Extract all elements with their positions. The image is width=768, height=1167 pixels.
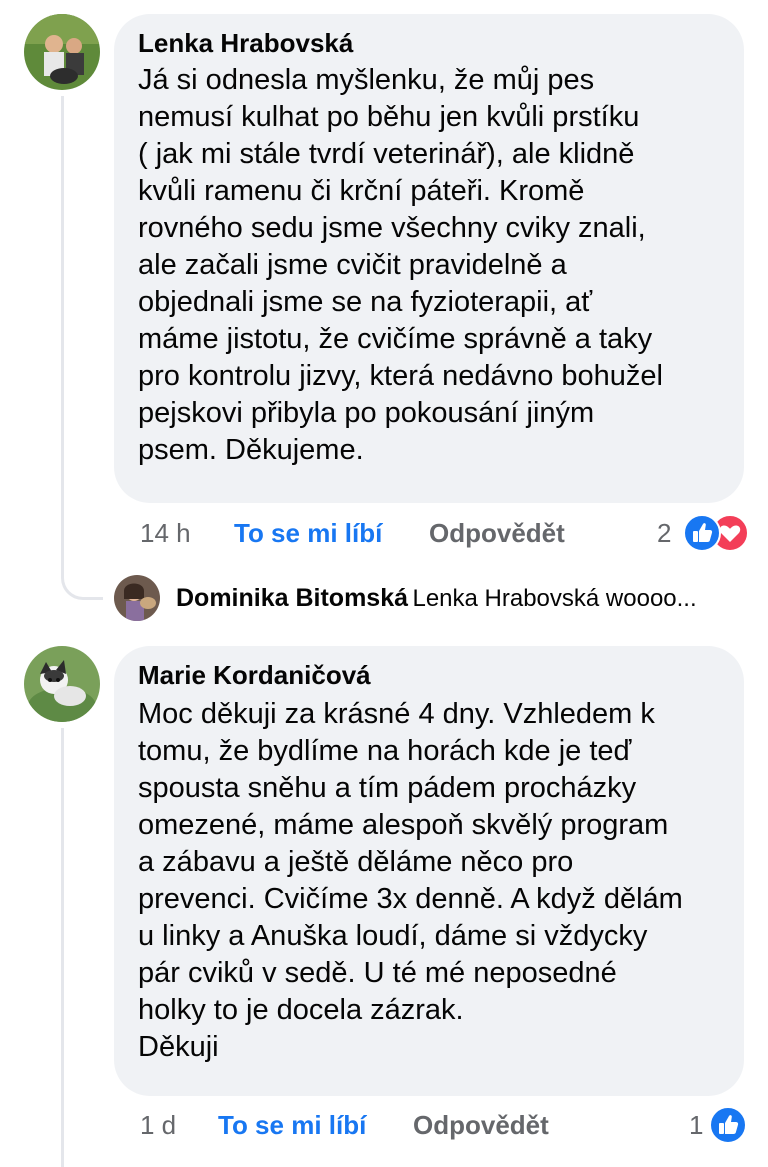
comment-text: Já si odnesla myšlenku, že můj pes nemus…: [138, 62, 663, 469]
comment-line: spousta sněhu a tím pádem procházky: [138, 772, 637, 804]
like-button[interactable]: To se mi líbí: [234, 518, 382, 548]
comment-line: a zábavu a ještě děláme něco pro: [138, 846, 574, 878]
comment-line: rovného sedu jsme všechny cviky znali,: [138, 212, 646, 244]
comment-line: Děkuji: [138, 1031, 219, 1063]
comment-line: prevenci. Cvičíme 3x denně. A když dělám: [138, 883, 683, 915]
thread-line: [61, 728, 64, 1167]
avatar-marie[interactable]: [24, 646, 100, 722]
comment-line: u linky a Anuška loudí, dáme si vždycky: [138, 920, 648, 952]
comment-line: holky to je docela zázrak.: [138, 994, 464, 1026]
comment-author[interactable]: Lenka Hrabovská: [138, 28, 353, 58]
comment-timestamp[interactable]: 1 d: [140, 1110, 176, 1140]
avatar-lenka[interactable]: [24, 14, 100, 90]
comment-line: pejskovi přibyla po pokousání jiným: [138, 397, 595, 429]
reply-snippet[interactable]: Lenka Hrabovská woooo...: [412, 585, 696, 612]
comment-line: kvůli ramenu či krční páteři. Kromě: [138, 175, 585, 207]
comment-line: omezené, máme alespoň skvělý program: [138, 809, 669, 841]
comment-line: nemusí kulhat po běhu jen kvůli prstíku: [138, 101, 640, 133]
reply-author[interactable]: Dominika Bitomská: [176, 584, 408, 612]
reply-button[interactable]: Odpovědět: [429, 518, 565, 548]
thread-line: [61, 96, 64, 566]
reply-button[interactable]: Odpovědět: [413, 1110, 549, 1140]
comment-line: pro kontrolu jizvy, která nedávno bohuže…: [138, 360, 663, 392]
comment-line: ( jak mi stále tvrdí veterinář), ale kli…: [138, 138, 635, 170]
comment-line: ale začali jsme cvičit pravidelně a: [138, 249, 567, 281]
comment-line: psem. Děkujeme.: [138, 434, 364, 466]
comment-line: máme jistotu, že cvičíme správně a taky: [138, 323, 653, 355]
comment-timestamp[interactable]: 14 h: [140, 518, 191, 548]
comment-text: Moc děkuji za krásné 4 dny. Vzhledem k t…: [138, 696, 683, 1066]
comment-line: pár cviků v sedě. U té mé neposedné: [138, 957, 617, 989]
reaction-count[interactable]: 1: [689, 1110, 703, 1140]
comment-line: tomu, že bydlíme na horách kde je teď: [138, 735, 632, 767]
avatar-dominika[interactable]: [114, 575, 160, 621]
comment-line: Já si odnesla myšlenku, že můj pes: [138, 64, 595, 96]
thread-curve: [61, 560, 103, 600]
like-button[interactable]: To se mi líbí: [218, 1110, 366, 1140]
reaction-count[interactable]: 2: [657, 518, 671, 548]
reply-preview[interactable]: Dominika Bitomská Lenka Hrabovská woooo.…: [176, 583, 697, 617]
like-icon[interactable]: [709, 1106, 747, 1144]
like-icon[interactable]: [683, 514, 721, 552]
comment-author[interactable]: Marie Kordaničová: [138, 660, 371, 690]
comment-line: objednali jsme se na fyzioterapii, ať: [138, 286, 593, 318]
comment-line: Moc děkuji za krásné 4 dny. Vzhledem k: [138, 698, 655, 730]
